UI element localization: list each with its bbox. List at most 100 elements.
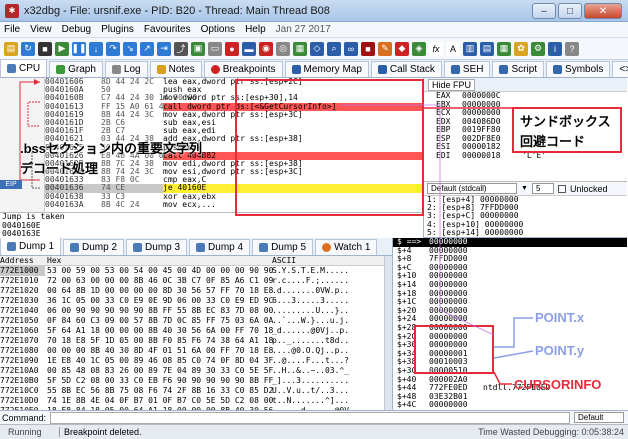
notes-icon	[156, 65, 166, 74]
menu-debug[interactable]: Debug	[62, 24, 91, 35]
execute-till-return-icon[interactable]: ⤴	[174, 41, 188, 56]
trace-into-icon[interactable]: ↘	[123, 41, 137, 56]
settings-icon[interactable]: ▤	[480, 41, 494, 56]
gear-icon[interactable]: ⚙	[531, 41, 545, 56]
run-icon[interactable]: ▶	[55, 41, 69, 56]
dump-row[interactable]: 772E1090 1E E8 40 1C 05 00 89 46 08 85 C0…	[0, 356, 392, 366]
step-over-icon[interactable]: ↷	[106, 41, 120, 56]
minimize-button[interactable]: –	[532, 3, 556, 19]
tab-call-stack[interactable]: Call Stack	[370, 61, 442, 77]
function-icon[interactable]: ◉	[259, 41, 273, 56]
dump-row[interactable]: 772E10B0 5F 5D C2 08 00 33 C0 EB F6 90 90…	[0, 376, 392, 386]
tab-symbols[interactable]: Symbols	[546, 61, 611, 77]
dump-scrollbar[interactable]	[384, 256, 392, 410]
dump-header: Address Hex ASCII	[0, 256, 392, 266]
step-into-icon[interactable]: ↓	[89, 41, 103, 56]
menu-options[interactable]: Options	[201, 24, 235, 35]
memory-map-icon	[291, 65, 301, 74]
tab-cpu[interactable]: CPU	[0, 59, 48, 77]
tab-dump-3[interactable]: Dump 3	[126, 239, 188, 255]
command-mode-select[interactable]: Default	[574, 412, 624, 423]
close-icon[interactable]: ■	[38, 41, 52, 56]
patch-icon[interactable]: ◎	[276, 41, 290, 56]
dump-row[interactable]: 772E10D0 74 1E 8B 4E 04 0F B7 01 0F B7 C0…	[0, 396, 392, 406]
font-icon[interactable]: A	[446, 41, 460, 56]
assemble-icon[interactable]: ◆	[395, 41, 409, 56]
label-icon[interactable]: ●	[225, 41, 239, 56]
tab-breakpoints[interactable]: Breakpoints	[203, 61, 283, 77]
restart-icon[interactable]: ↻	[21, 41, 35, 56]
pause-icon[interactable]: ❚❚	[71, 41, 87, 56]
dump-hex: 00 00 00 8B 40 30 8D 4F 01 51 6A 00 FF 7…	[47, 346, 274, 355]
menu-help[interactable]: Help	[245, 24, 266, 35]
tab-notes[interactable]: Notes	[149, 61, 202, 77]
tab-seh[interactable]: SEH	[443, 61, 491, 77]
tag-icon[interactable]: ◈	[412, 41, 426, 56]
dump-row[interactable]: 772E1010 72 00 63 00 00 00 8B 46 0C 3B C7…	[0, 276, 392, 286]
tab-dump-5[interactable]: Dump 5	[252, 239, 314, 255]
tab-graph[interactable]: Graph	[49, 61, 103, 77]
maximize-button[interactable]: □	[558, 3, 582, 19]
dump-row[interactable]: 772E10C0 55 8B EC 56 8B 75 08 F6 74 2F 8B…	[0, 386, 392, 396]
tab-source[interactable]: <>Sc	[612, 61, 628, 77]
close-button[interactable]: ✕	[584, 3, 622, 19]
point-y-annotation: POINT.y	[535, 343, 585, 358]
info-line: 0040160E	[2, 220, 41, 230]
dump-row[interactable]: 772E1030 36 1C 05 00 33 C0 E9 0E 9D 06 00…	[0, 296, 392, 306]
stack-row[interactable]: $+4C 00000000	[393, 401, 627, 410]
tab-dump-2[interactable]: Dump 2	[63, 239, 125, 255]
dump-row[interactable]: 772E1070 70 18 E8 5F 1D 05 00 8B F0 85 F6…	[0, 336, 392, 346]
menu-file[interactable]: File	[4, 24, 20, 35]
arg-count-spinner[interactable]: 5	[531, 183, 554, 194]
unlocked-checkbox[interactable]	[557, 184, 566, 193]
open-icon[interactable]: ▤	[4, 41, 18, 56]
dump-icon	[196, 243, 206, 252]
dump-row[interactable]: 772E1080 00 00 00 8B 40 30 8D 4F 01 51 6A…	[0, 346, 392, 356]
code-icon[interactable]: ◇	[310, 41, 324, 56]
calling-convention-select[interactable]: Default (stdcall)	[427, 183, 517, 194]
register-row[interactable]: EAX 0000000C	[424, 91, 627, 101]
hide-icon[interactable]: ■	[361, 41, 375, 56]
info-icon[interactable]: i	[548, 41, 562, 56]
memory-icon[interactable]: ▦	[497, 41, 511, 56]
search-icon[interactable]: ⌕	[327, 41, 341, 56]
run-to-user-icon[interactable]: ⇥	[157, 41, 171, 56]
bookmark-icon[interactable]: ▬	[242, 41, 256, 56]
dump-row[interactable]: 772E1000 53 00 59 00 53 00 54 00 45 00 4D…	[0, 266, 392, 276]
dump-row[interactable]: 772E1060 5F 64 A1 18 00 00 00 8B 40 30 56…	[0, 326, 392, 336]
menu-favourites[interactable]: Favourites	[144, 24, 191, 35]
dump-row[interactable]: 772E1020 00 64 8B 1D 00 00 00 00 8D 30 56…	[0, 286, 392, 296]
menu-view[interactable]: View	[30, 24, 52, 35]
dump-row[interactable]: 772E10A0 00 85 48 08 83 26 00 89 7E 04 89…	[0, 366, 392, 376]
hide-fpu-toggle[interactable]: Hide FPU	[428, 78, 476, 91]
trace-over-icon[interactable]: ↗	[140, 41, 154, 56]
module-icon[interactable]: ▦	[293, 41, 307, 56]
menu-plugins[interactable]: Plugins	[101, 24, 134, 35]
bss-annotation: .bssセクション内の重要文字列	[20, 141, 203, 156]
plugin-icon[interactable]: ✿	[514, 41, 528, 56]
calc-icon[interactable]: ▥	[463, 41, 477, 56]
stack-comment	[483, 358, 627, 367]
fx-icon[interactable]: fx	[429, 41, 443, 56]
link-icon[interactable]: ∞	[344, 41, 358, 56]
point-x-annotation: POINT.x	[535, 310, 585, 325]
scylla-icon[interactable]: ▣	[191, 41, 205, 56]
dump-address: 772E1050	[0, 316, 39, 325]
command-input[interactable]	[50, 411, 570, 424]
stack-comment	[483, 272, 627, 281]
tab-dump-4[interactable]: Dump 4	[189, 239, 251, 255]
hex-dump-view[interactable]: Address Hex ASCII 772E1000 53 00 59 00 53…	[0, 256, 392, 425]
tab-log[interactable]: Log	[104, 61, 148, 77]
help-icon[interactable]: ?	[565, 41, 579, 56]
tab-script[interactable]: Script	[492, 61, 545, 77]
comment-icon[interactable]: ▭	[208, 41, 222, 56]
stack-comment	[483, 401, 627, 410]
build-date: Jan 27 2017	[275, 24, 331, 35]
chevron-down-icon[interactable]: ▼	[521, 185, 528, 192]
tab-memory-map[interactable]: Memory Map	[284, 61, 369, 77]
tab-watch-1[interactable]: Watch 1	[315, 239, 378, 255]
dump-row[interactable]: 772E1040 06 00 90 90 90 90 90 8B FF 55 8B…	[0, 306, 392, 316]
edit-icon[interactable]: ✎	[378, 41, 392, 56]
dump-row[interactable]: 772E1050 0F 84 60 C3 09 00 57 8B 7D 0C 85…	[0, 316, 392, 326]
tab-dump-1[interactable]: Dump 1	[0, 238, 62, 255]
